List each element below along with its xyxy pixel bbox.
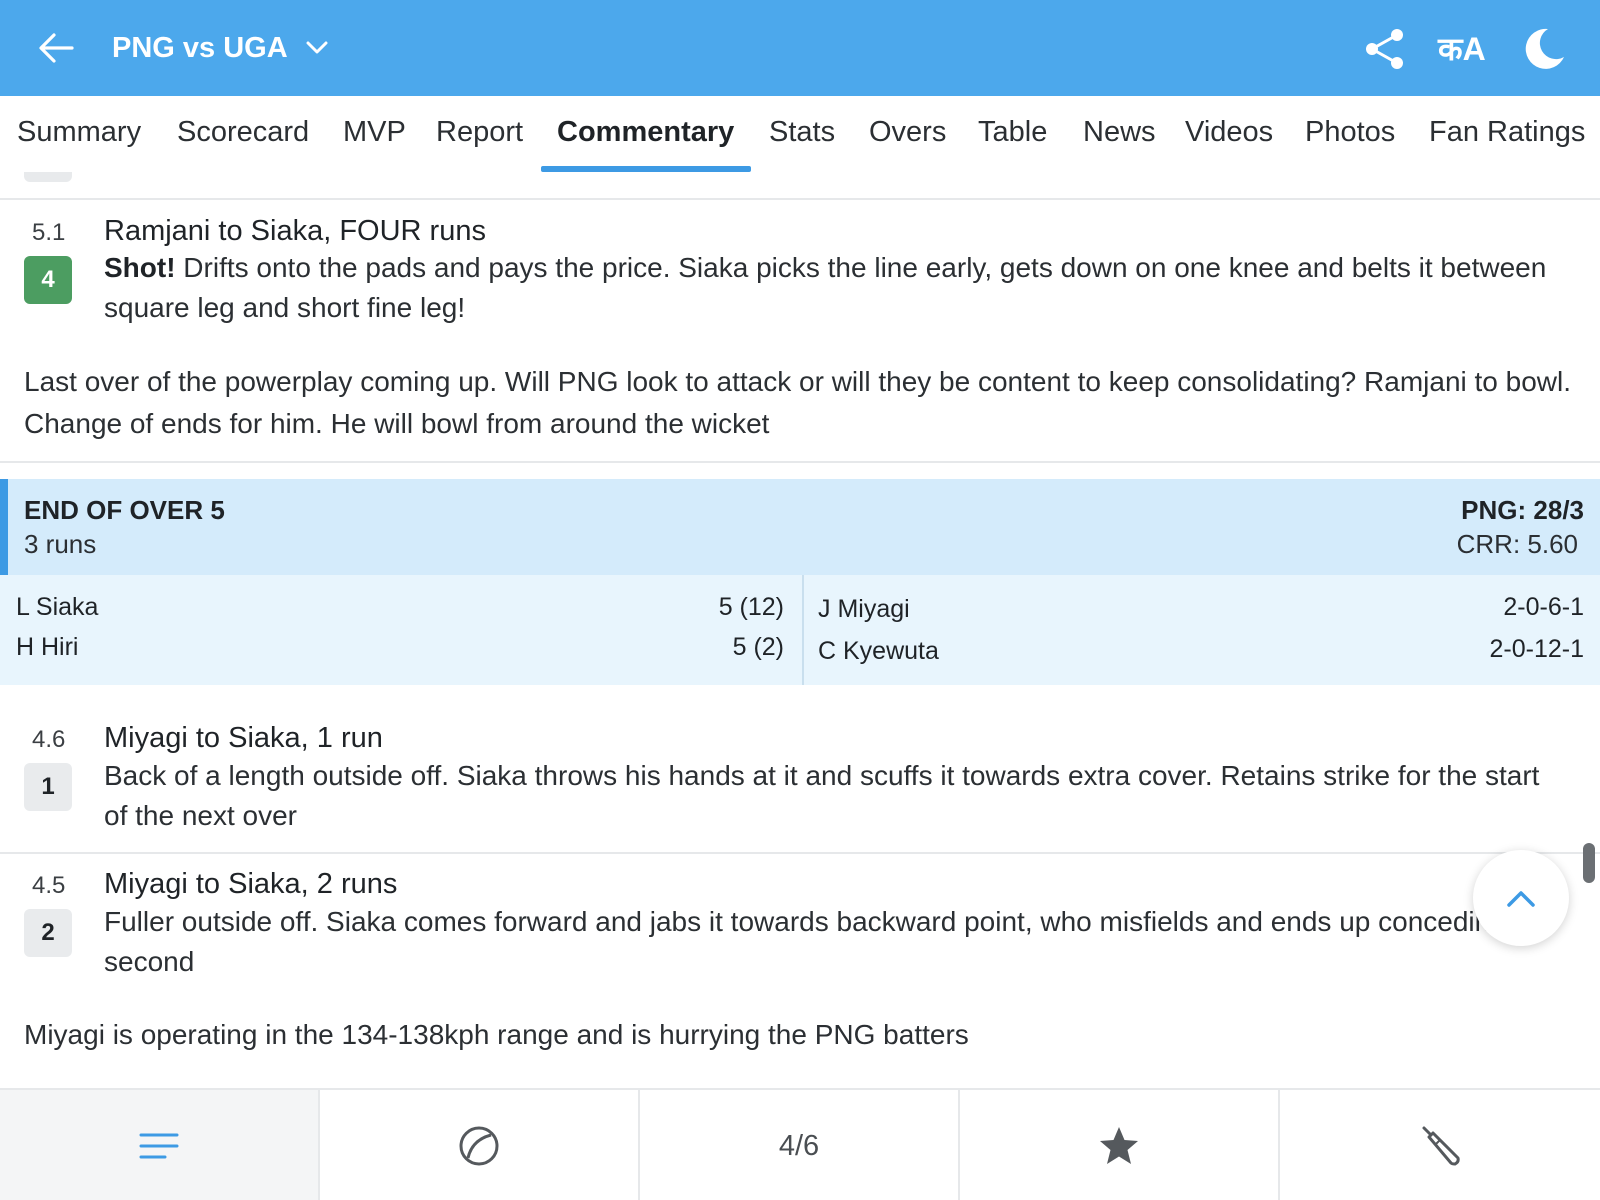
over-runs: 3 runs <box>24 529 97 559</box>
cricket-ball-icon <box>459 1126 499 1166</box>
column-divider <box>802 575 804 685</box>
ball-description: Shot! Drifts onto the pads and pays the … <box>104 248 1564 328</box>
end-of-over-title: END OF OVER 5 <box>24 495 225 525</box>
ball-text: Drifts onto the pads and pays the price.… <box>104 252 1547 323</box>
batter-name[interactable]: H Hiri <box>16 633 79 662</box>
divider <box>0 852 1600 854</box>
team-score: PNG: 28/3 <box>1461 495 1584 525</box>
bowler-name[interactable]: C Kyewuta <box>818 637 939 666</box>
over-number: 4.6 <box>32 726 66 753</box>
scroll-to-top-button[interactable] <box>1473 850 1569 946</box>
ball-title: Miyagi to Siaka, 1 run <box>104 722 383 754</box>
runs-badge: 2 <box>24 909 72 957</box>
runs-badge: 1 <box>24 763 72 811</box>
ball-description: Fuller outside off. Siaka comes forward … <box>104 906 1553 977</box>
batting-filter-button[interactable] <box>1280 1090 1600 1200</box>
bowler-name[interactable]: J Miyagi <box>818 595 910 624</box>
commentary-list-button[interactable] <box>0 1090 320 1200</box>
tab-news[interactable]: News <box>1083 116 1156 149</box>
innings-counter-button[interactable]: 4/6 <box>640 1090 960 1200</box>
runs-badge: 4 <box>24 256 72 304</box>
match-title: PNG vs UGA <box>112 31 288 64</box>
star-icon <box>1100 1127 1138 1164</box>
over-number: 4.5 <box>32 872 66 899</box>
tab-scorecard[interactable]: Scorecard <box>177 116 309 149</box>
tab-report[interactable]: Report <box>436 116 523 149</box>
tab-stats[interactable]: Stats <box>769 116 835 149</box>
back-arrow-icon[interactable] <box>34 26 78 70</box>
end-of-over-header: END OF OVER 5 3 runs PNG: 28/3 CRR: 5.60 <box>0 479 1600 575</box>
ball-emphasis: Shot! <box>104 252 176 283</box>
current-run-rate: CRR: 5.60 <box>1456 529 1578 559</box>
commentary-note: Miyagi is operating in the 134-138kph ra… <box>24 1019 969 1050</box>
tab-videos[interactable]: Videos <box>1185 116 1273 149</box>
commentary-note: Last over of the powerplay coming up. Wi… <box>24 366 1572 439</box>
share-icon[interactable] <box>1362 26 1408 72</box>
divider <box>0 461 1600 463</box>
bowler-figures: 2-0-12-1 <box>1489 635 1585 663</box>
menu-lines-icon <box>139 1133 179 1159</box>
ball-title: Miyagi to Siaka, 2 runs <box>104 868 398 900</box>
end-of-over-players: L Siaka 5 (12) H Hiri 5 (2) J Miyagi 2-0… <box>0 575 1600 685</box>
tab-overs[interactable]: Overs <box>869 116 946 149</box>
batter-score: 5 (2) <box>732 633 784 661</box>
app-header: PNG vs UGA कA <box>0 0 1600 96</box>
bottom-toolbar: 4/6 <box>0 1088 1600 1200</box>
tab-fan-ratings[interactable]: Fan Ratings <box>1429 116 1585 149</box>
bowler-figures: 2-0-6-1 <box>1503 593 1584 621</box>
ball-description: Back of a length outside off. Siaka thro… <box>104 760 1540 831</box>
tab-photos[interactable]: Photos <box>1305 116 1395 149</box>
ball-title: Ramjani to Siaka, FOUR runs <box>104 215 486 247</box>
cut-off-badge <box>24 172 72 182</box>
over-number: 5.1 <box>32 219 66 246</box>
innings-counter: 4/6 <box>778 1129 820 1162</box>
tab-table[interactable]: Table <box>978 116 1047 149</box>
batter-score: 5 (12) <box>718 593 784 621</box>
tab-summary[interactable]: Summary <box>17 116 141 149</box>
tab-mvp[interactable]: MVP <box>343 116 406 149</box>
chevron-up-icon <box>1507 891 1535 907</box>
highlights-button[interactable] <box>960 1090 1280 1200</box>
match-selector[interactable]: PNG vs UGA <box>112 28 328 68</box>
scrollbar-thumb[interactable] <box>1583 843 1595 883</box>
chevron-down-icon <box>306 41 328 54</box>
active-tab-indicator <box>541 166 751 172</box>
ball-filter-button[interactable] <box>320 1090 640 1200</box>
dark-mode-moon-icon[interactable] <box>1520 26 1566 72</box>
tab-commentary[interactable]: Commentary <box>557 116 734 149</box>
match-tabs: Summary Scorecard MVP Report Commentary … <box>0 96 1600 200</box>
batter-name[interactable]: L Siaka <box>16 593 98 622</box>
cricket-bat-icon <box>1422 1126 1460 1166</box>
language-toggle-icon[interactable]: कA <box>1438 28 1494 74</box>
